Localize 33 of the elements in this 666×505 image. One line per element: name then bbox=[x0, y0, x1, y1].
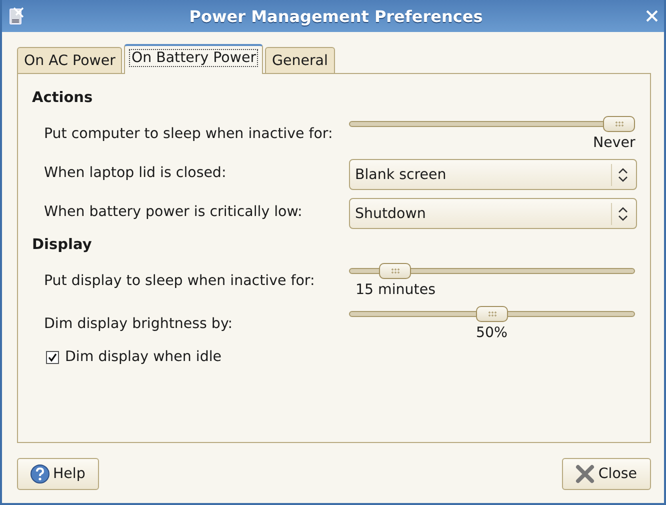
slider[interactable] bbox=[349, 263, 635, 279]
field-label: Dim display brightness by: bbox=[44, 315, 234, 332]
slider[interactable] bbox=[349, 116, 635, 132]
slider-value: Never bbox=[593, 135, 636, 151]
close-icon bbox=[575, 464, 596, 484]
slider-value: 50% bbox=[476, 325, 508, 341]
field-label: When battery power is critically low: bbox=[44, 203, 304, 220]
help-icon bbox=[30, 464, 50, 484]
dropdown[interactable]: Blank screen bbox=[349, 159, 637, 190]
section-heading: Actions bbox=[32, 90, 94, 106]
slider-thumb[interactable] bbox=[603, 116, 635, 132]
field-label: Put display to sleep when inactive for: bbox=[44, 272, 316, 289]
checkbox-label[interactable]: Dim display when idle bbox=[65, 349, 222, 365]
tab[interactable]: On Battery Power bbox=[124, 44, 264, 74]
close-icon[interactable] bbox=[646, 10, 658, 22]
up-down-chevron-icon bbox=[618, 206, 628, 220]
field-label: Put computer to sleep when inactive for: bbox=[44, 125, 334, 142]
slider[interactable] bbox=[349, 306, 635, 322]
tab[interactable]: On AC Power bbox=[17, 47, 122, 73]
dropdown[interactable]: Shutdown bbox=[349, 198, 637, 229]
up-down-chevron-icon bbox=[618, 168, 628, 182]
window-title: Power Management Preferences bbox=[188, 6, 484, 26]
close-button[interactable]: Close bbox=[562, 458, 651, 490]
checkmark-icon bbox=[48, 352, 57, 362]
app-icon bbox=[8, 6, 26, 26]
checkbox[interactable] bbox=[46, 350, 59, 364]
help-button[interactable]: Help bbox=[17, 458, 100, 490]
section-heading: Display bbox=[32, 237, 93, 253]
slider-thumb[interactable] bbox=[476, 306, 508, 322]
slider-thumb[interactable] bbox=[379, 263, 412, 279]
slider-value: 15 minutes bbox=[355, 282, 436, 298]
tab[interactable]: General bbox=[265, 47, 335, 73]
field-label: When laptop lid is closed: bbox=[44, 164, 228, 181]
